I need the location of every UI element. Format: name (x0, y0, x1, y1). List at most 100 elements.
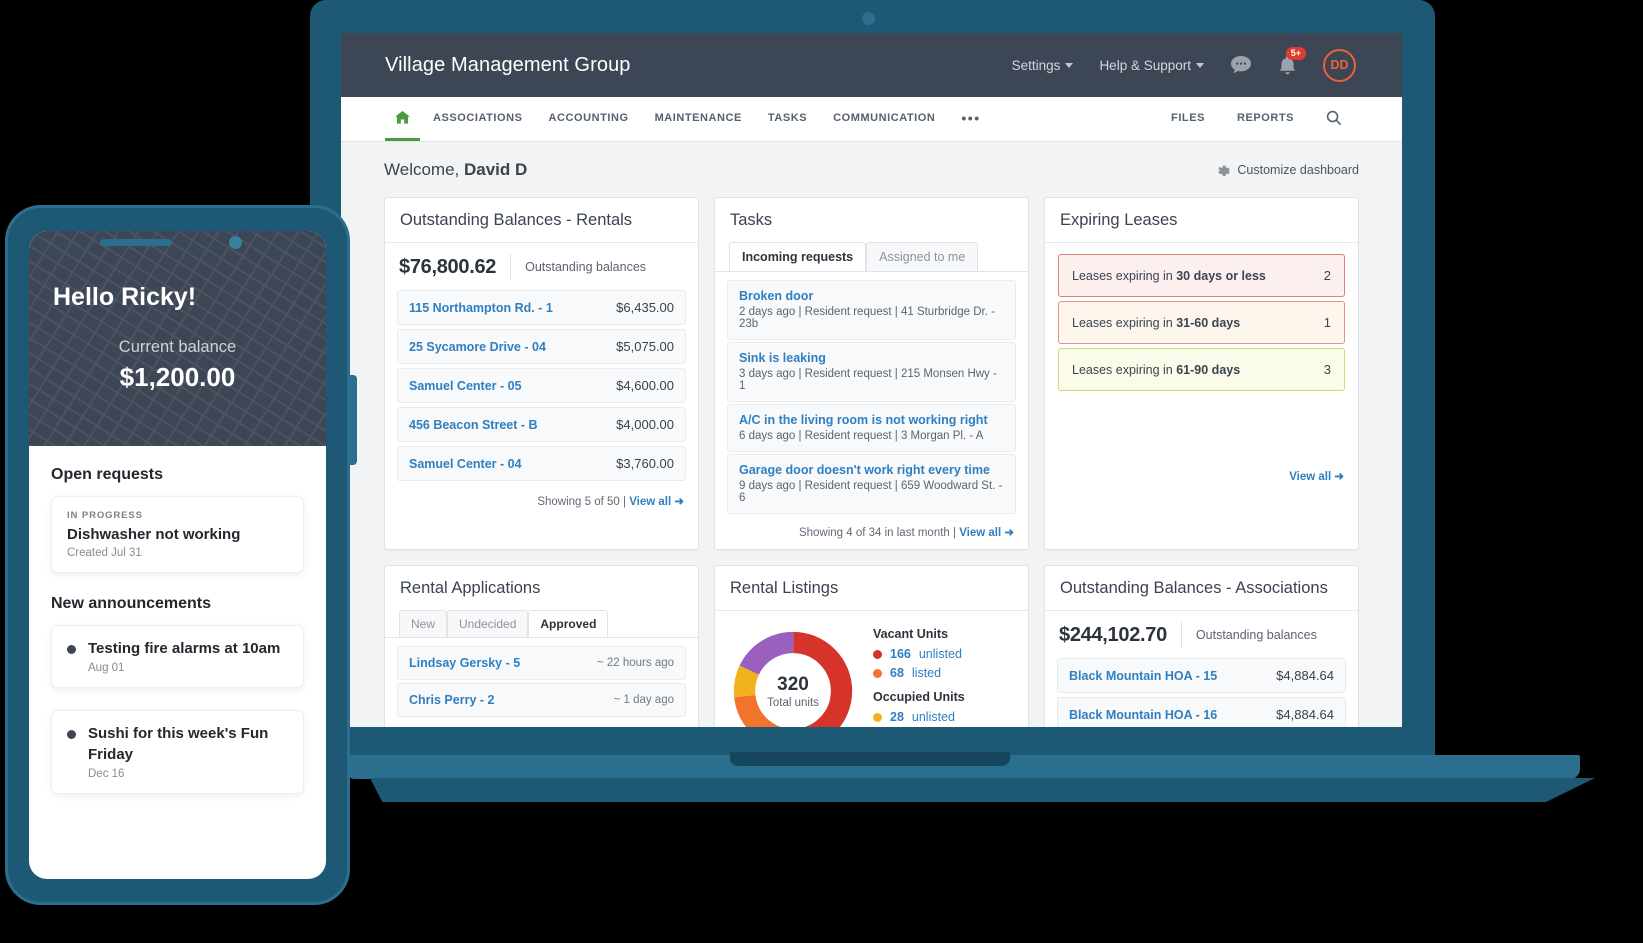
lease-bucket-30-days[interactable]: Leases expiring in 30 days or less 2 (1058, 254, 1345, 297)
tab-incoming-requests[interactable]: Incoming requests (729, 242, 866, 271)
lease-prefix: Leases expiring in (1072, 269, 1176, 283)
card-expiring-leases: Expiring Leases Leases expiring in 30 da… (1044, 197, 1359, 550)
laptop-device: Village Management Group Settings Help &… (310, 0, 1435, 800)
list-item[interactable]: Broken door2 days ago | Resident request… (727, 280, 1016, 340)
laptop-screen: Village Management Group Settings Help &… (341, 33, 1402, 727)
tab-assigned-to-me[interactable]: Assigned to me (866, 242, 978, 271)
list-item[interactable]: Sink is leaking3 days ago | Resident req… (727, 342, 1016, 402)
list-item[interactable]: Black Mountain HOA - 16$4,884.64 (1057, 697, 1346, 727)
nav-item-tasks[interactable]: TASKS (755, 97, 820, 141)
status-badge: IN PROGRESS (67, 510, 288, 521)
list-item[interactable]: IN PROGRESS Dishwasher not working Creat… (51, 496, 304, 573)
card-title: Rental Applications (385, 566, 698, 602)
avatar[interactable]: DD (1323, 49, 1356, 82)
lease-range: 61-90 days (1176, 363, 1240, 377)
applicant-age: ~ 1 day ago (614, 694, 674, 706)
dashboard: Welcome, David D Customize dashboard O (341, 142, 1402, 727)
row-name: 25 Sycamore Drive - 04 (409, 340, 546, 354)
settings-menu[interactable]: Settings (1012, 58, 1074, 73)
list-item[interactable]: Lindsay Gersky - 5 ~ 22 hours ago (397, 646, 686, 680)
total-units-label: Total units (767, 697, 819, 709)
chat-bubble-icon (1230, 55, 1252, 75)
applicant-name: Lindsay Gersky - 5 (409, 656, 520, 670)
legend-label: unlisted (912, 710, 955, 724)
lease-bucket-31-60-days[interactable]: Leases expiring in 31-60 days 1 (1058, 301, 1345, 344)
announcement-text: Testing fire alarms at 10am Aug 01 (88, 639, 280, 674)
legend-group-occupied: Occupied Units 28unlisted (873, 690, 965, 724)
laptop-lid: Village Management Group Settings Help &… (310, 0, 1435, 760)
rental-listings-donut-chart: 320 Total units (729, 627, 857, 727)
home-icon (395, 111, 410, 124)
list-item[interactable]: Testing fire alarms at 10am Aug 01 (51, 625, 304, 688)
card-title: Tasks (715, 198, 1028, 234)
nav-item-files[interactable]: FILES (1155, 97, 1221, 141)
legend-color-dot (873, 669, 882, 678)
announcement-date: Aug 01 (88, 662, 280, 674)
rental-applications-tabs: New Undecided Approved (385, 602, 698, 637)
list-item[interactable]: Samuel Center - 05$4,600.00 (397, 368, 686, 403)
list-item[interactable]: Garage door doesn't work right every tim… (727, 454, 1016, 514)
list-item[interactable]: Chris Perry - 2 ~ 1 day ago (397, 683, 686, 717)
balance-summary: $76,800.62 Outstanding balances (385, 243, 698, 290)
legend-item[interactable]: 166unlisted (873, 647, 965, 661)
tasks-tabs: Incoming requests Assigned to me (715, 234, 1028, 271)
card-rental-applications: Rental Applications New Undecided Approv… (384, 565, 699, 727)
tab-new[interactable]: New (399, 610, 447, 637)
nav-search-button[interactable] (1310, 97, 1358, 141)
nav-item-home[interactable] (385, 97, 420, 141)
list-item[interactable]: Sushi for this week's Fun Friday Dec 16 (51, 710, 304, 794)
view-all-link[interactable]: View all ➜ (1289, 471, 1344, 483)
list-item[interactable]: 456 Beacon Street - B$4,000.00 (397, 407, 686, 442)
row-amount: $4,000.00 (616, 417, 674, 432)
phone-screen: Hello Ricky! Current balance $1,200.00 O… (29, 231, 326, 879)
list-item[interactable]: 115 Northampton Rd. - 1$6,435.00 (397, 290, 686, 325)
row-amount: $4,600.00 (616, 378, 674, 393)
legend-item[interactable]: 28unlisted (873, 710, 965, 724)
nav-item-maintenance[interactable]: MAINTENANCE (642, 97, 755, 141)
nav-item-reports[interactable]: REPORTS (1221, 97, 1310, 141)
legend-item[interactable]: 68listed (873, 666, 965, 680)
settings-label: Settings (1012, 58, 1061, 73)
chevron-down-icon (1196, 63, 1204, 68)
showing-count: Showing 5 of 50 | (537, 496, 629, 508)
view-all-link[interactable]: View all ➜ (959, 527, 1014, 539)
card-footer: View all ➜ (1045, 395, 1358, 493)
webcam-icon (862, 12, 875, 25)
list-item[interactable]: A/C in the living room is not working ri… (727, 404, 1016, 452)
task-title: Garage door doesn't work right every tim… (739, 463, 1004, 477)
card-outstanding-balances-associations: Outstanding Balances - Associations $244… (1044, 565, 1359, 727)
bullet-icon (67, 645, 76, 654)
balance-summary: $244,102.70 Outstanding balances (1045, 611, 1358, 658)
chat-button[interactable] (1230, 55, 1252, 75)
nav-item-communication[interactable]: COMMUNICATION (820, 97, 948, 141)
customize-label: Customize dashboard (1237, 163, 1359, 177)
applicant-name: Chris Perry - 2 (409, 693, 494, 707)
help-support-menu[interactable]: Help & Support (1099, 58, 1204, 73)
phone-device: Hello Ricky! Current balance $1,200.00 O… (5, 205, 350, 905)
notifications-button[interactable]: 5+ (1278, 55, 1297, 76)
row-name: Black Mountain HOA - 15 (1069, 669, 1217, 683)
row-amount: $5,075.00 (616, 339, 674, 354)
nav-item-associations[interactable]: ASSOCIATIONS (420, 97, 536, 141)
row-name: Samuel Center - 04 (409, 457, 522, 471)
balance-label: Outstanding balances (525, 260, 646, 274)
nav-item-accounting[interactable]: ACCOUNTING (536, 97, 642, 141)
applicant-age: ~ 22 hours ago (597, 657, 674, 669)
lease-label: Leases expiring in 31-60 days (1072, 316, 1240, 330)
tab-approved[interactable]: Approved (528, 610, 608, 637)
lease-count: 3 (1324, 362, 1331, 377)
announcement: Sushi for this week's Fun Friday Dec 16 (67, 724, 288, 780)
list-item[interactable]: Samuel Center - 04$3,760.00 (397, 446, 686, 481)
header-actions: Settings Help & Support (1012, 49, 1356, 82)
list-item[interactable]: Black Mountain HOA - 15$4,884.64 (1057, 658, 1346, 693)
tab-undecided[interactable]: Undecided (447, 610, 528, 637)
lease-label: Leases expiring in 61-90 days (1072, 363, 1240, 377)
list-item[interactable]: 25 Sycamore Drive - 04 $5,075.00 (397, 329, 686, 364)
row-name: 115 Northampton Rd. - 1 (409, 301, 553, 315)
view-all-link[interactable]: View all ➜ (629, 496, 684, 508)
customize-dashboard-button[interactable]: Customize dashboard (1216, 163, 1359, 177)
nav-right-group: FILES REPORTS (1155, 97, 1358, 141)
lease-bucket-61-90-days[interactable]: Leases expiring in 61-90 days 3 (1058, 348, 1345, 391)
nav-item-more[interactable]: ••• (948, 97, 993, 141)
total-units-value: 320 (777, 674, 809, 696)
